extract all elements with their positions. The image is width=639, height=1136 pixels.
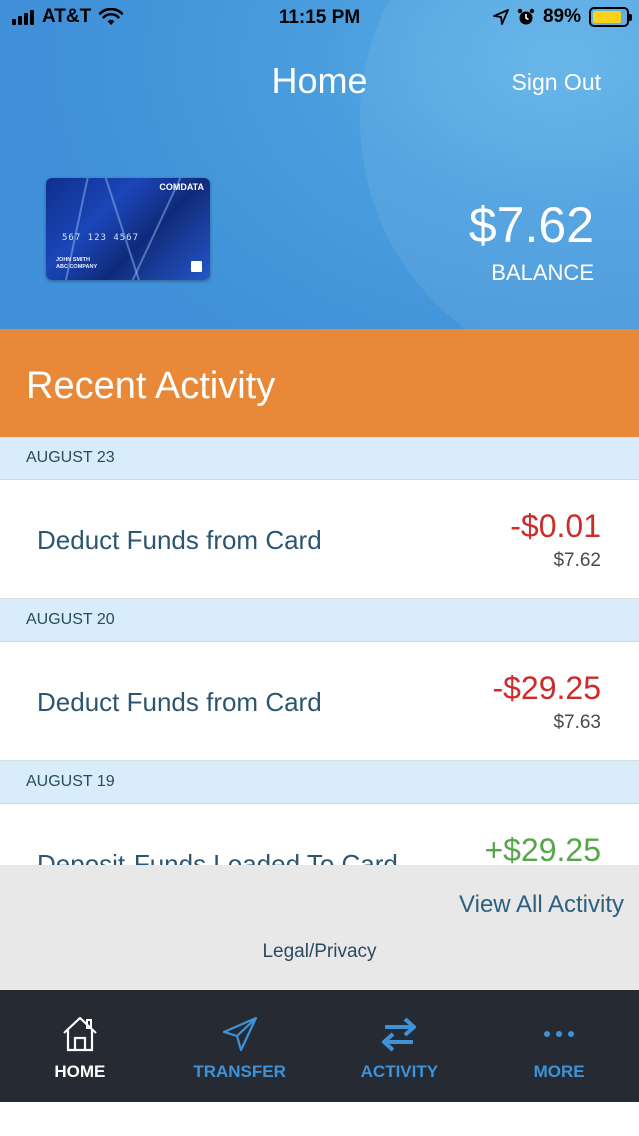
balance-amount: $7.62 xyxy=(468,197,594,253)
card-company: ABC COMPANY xyxy=(56,264,98,270)
activity-list[interactable]: AUGUST 23 Deduct Funds from Card -$0.01 … xyxy=(0,437,639,865)
home-indicator-area xyxy=(0,1102,639,1136)
recent-activity-banner: Recent Activity xyxy=(0,329,639,437)
activity-footer: View All Activity Legal/Privacy xyxy=(0,865,639,990)
card-holder-name: JOHN SMITH xyxy=(56,257,90,263)
sign-out-button[interactable]: Sign Out xyxy=(512,69,602,96)
balance-label: BALANCE xyxy=(491,260,594,285)
card-brand: COMDATA xyxy=(159,182,204,192)
more-dots-icon xyxy=(544,1031,575,1037)
tab-home-label: HOME xyxy=(54,1062,106,1081)
battery-level xyxy=(593,11,622,23)
alarm-clock-icon xyxy=(517,8,535,25)
recent-activity-title: Recent Activity xyxy=(26,365,276,407)
card-logo-icon xyxy=(191,261,202,272)
home-icon xyxy=(63,1016,97,1052)
tab-bar: HOME TRANSFER ACTIVITY MORE xyxy=(0,990,639,1102)
hero-header: AT&T 11:15 PM 89% Home Sign Out COMDATA … xyxy=(0,0,639,329)
arrows-exchange-icon xyxy=(382,1017,417,1052)
tab-more-label: MORE xyxy=(533,1062,585,1081)
battery-icon xyxy=(589,7,632,27)
legal-privacy-link[interactable]: Legal/Privacy xyxy=(0,941,639,963)
transaction-amount: -$0.01 xyxy=(510,508,601,544)
status-right: 89% xyxy=(493,6,632,28)
date-header: AUGUST 20 xyxy=(0,599,639,642)
status-bar: AT&T 11:15 PM 89% xyxy=(0,0,639,36)
transaction-description: Deduct Funds from Card xyxy=(37,525,322,555)
tab-activity-label: ACTIVITY xyxy=(360,1062,439,1081)
card-holder: JOHN SMITH ABC COMPANY xyxy=(56,257,97,271)
tab-activity[interactable]: ACTIVITY xyxy=(320,990,480,1102)
paper-plane-icon xyxy=(222,1016,257,1052)
card-number: 567 123 4567 xyxy=(62,233,140,243)
location-arrow-icon xyxy=(493,9,509,25)
tab-more[interactable]: MORE xyxy=(479,990,639,1102)
card-image[interactable]: COMDATA 567 123 4567 JOHN SMITH ABC COMP… xyxy=(46,178,210,280)
tab-transfer[interactable]: TRANSFER xyxy=(160,990,320,1102)
card-decoration xyxy=(126,178,188,280)
transaction-description: Deduct Funds from Card xyxy=(37,687,322,717)
transaction-amount: -$29.25 xyxy=(492,670,601,706)
date-header: AUGUST 23 xyxy=(0,437,639,480)
transaction-balance: $7.63 xyxy=(553,712,601,733)
transaction-balance: $7.62 xyxy=(553,550,601,571)
tab-home[interactable]: HOME xyxy=(0,990,160,1102)
transaction-amount: +$29.25 xyxy=(484,832,601,865)
transaction-description: Deposit-Funds Loaded To Card xyxy=(37,849,398,865)
transaction-row[interactable]: Deduct Funds from Card -$29.25 $7.63 xyxy=(0,642,639,761)
view-all-activity-link[interactable]: View All Activity xyxy=(459,891,624,919)
tab-transfer-label: TRANSFER xyxy=(193,1062,286,1081)
battery-percent: 89% xyxy=(542,6,581,27)
date-header: AUGUST 19 xyxy=(0,761,639,804)
transaction-row[interactable]: Deposit-Funds Loaded To Card +$29.25 xyxy=(0,804,639,865)
transaction-row[interactable]: Deduct Funds from Card -$0.01 $7.62 xyxy=(0,480,639,599)
